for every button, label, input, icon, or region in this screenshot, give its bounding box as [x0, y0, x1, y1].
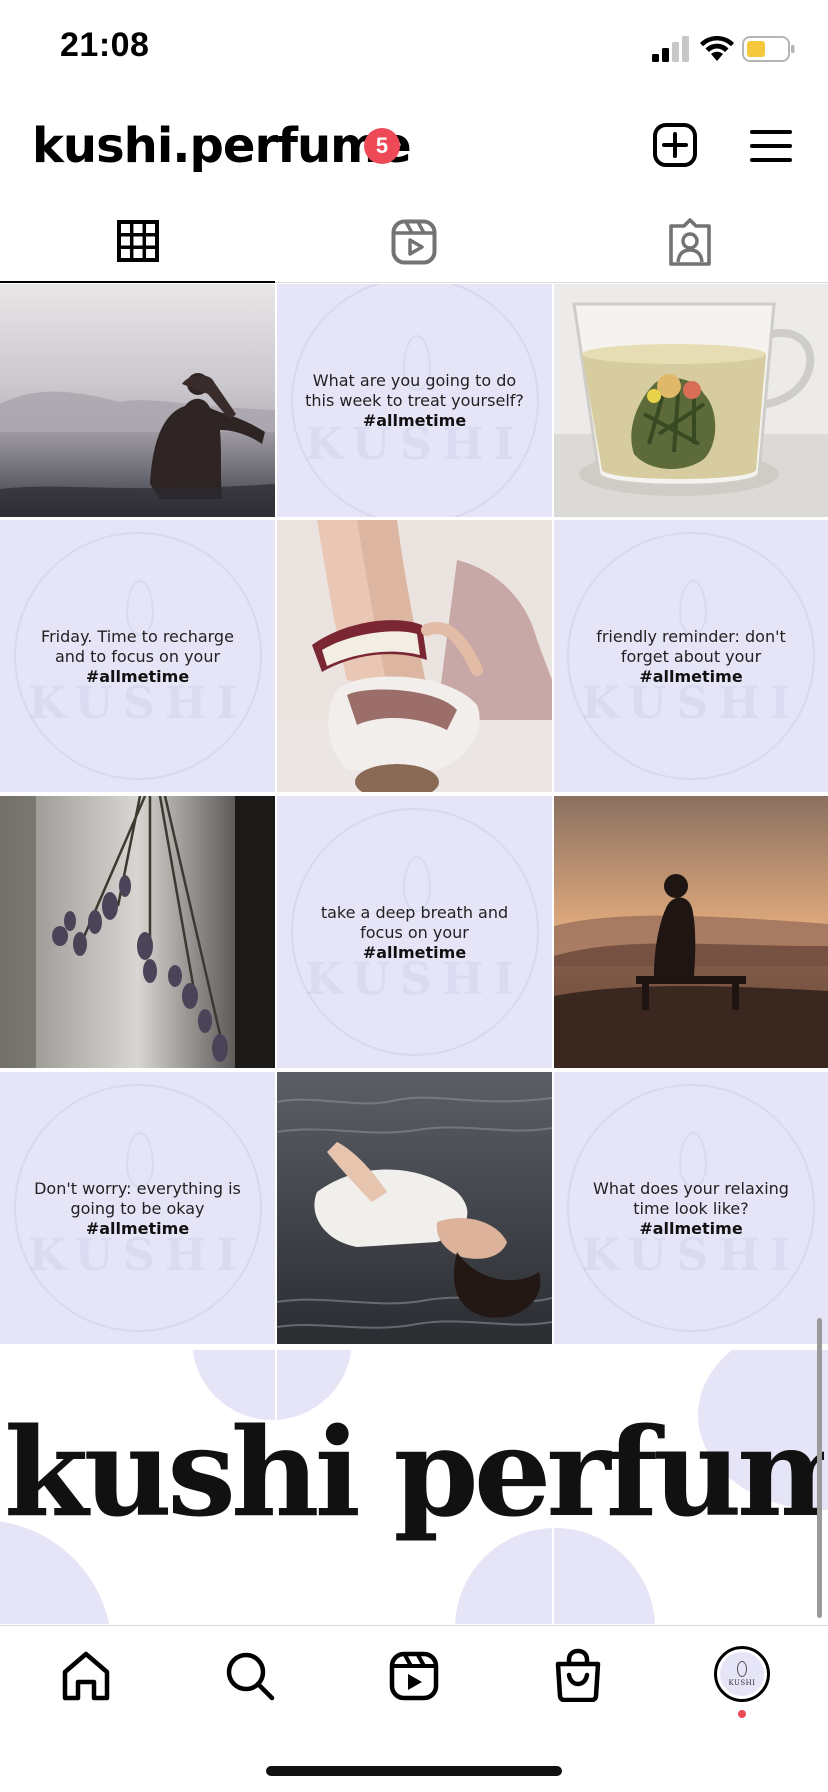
reels-icon	[391, 219, 437, 265]
post-quote[interactable]: KUSHI What are you going to do this week…	[277, 284, 552, 517]
tab-posts-grid[interactable]	[0, 204, 275, 282]
active-tab-indicator	[0, 281, 275, 283]
brand-banner-text: kushi perfume	[4, 1400, 824, 1544]
quote-text: friendly reminder: don't forget about yo…	[596, 626, 786, 666]
grid-icon	[117, 220, 159, 262]
quote-hashtag: #allmetime	[362, 411, 467, 430]
tab-reels[interactable]	[276, 204, 552, 282]
profile-username[interactable]: kushi.perfume	[32, 118, 412, 174]
nav-search[interactable]	[224, 1650, 276, 1702]
avatar-logo-text: KUSHI	[728, 1679, 756, 1687]
quote-hashtag: #allmetime	[362, 942, 467, 962]
search-icon	[226, 1652, 275, 1701]
post-photo[interactable]	[0, 796, 275, 1068]
tabs-divider	[275, 282, 828, 283]
post-photo[interactable]	[277, 1072, 552, 1344]
post-photo[interactable]	[554, 796, 828, 1068]
post-quote[interactable]: KUSHI take a deep breath and focus on yo…	[277, 796, 552, 1068]
post-quote[interactable]: KUSHI friendly reminder: don't forget ab…	[554, 520, 828, 792]
posts-grid: KUSHI What are you going to do this week…	[0, 284, 828, 1346]
nav-profile[interactable]: KUSHI	[714, 1646, 770, 1702]
menu-icon[interactable]	[750, 128, 792, 164]
quote-text: What are you going to do this week to tr…	[305, 371, 524, 410]
quote-hashtag: #allmetime	[639, 1218, 743, 1238]
home-icon	[62, 1651, 110, 1701]
lavender-photo	[0, 796, 275, 1068]
wifi-icon	[700, 35, 734, 62]
reading-woman-photo	[277, 520, 552, 792]
post-quote[interactable]: KUSHI Don't worry: everything is going t…	[0, 1072, 275, 1344]
quote-hashtag: #allmetime	[85, 1218, 190, 1238]
nav-shop[interactable]	[552, 1648, 604, 1703]
status-time: 21:08	[60, 26, 150, 64]
post-quote[interactable]: KUSHI What does your relaxing time look …	[554, 1072, 828, 1344]
reels-icon	[389, 1651, 439, 1701]
post-photo[interactable]	[0, 284, 275, 517]
tagged-icon	[669, 218, 711, 266]
nav-reels[interactable]	[388, 1650, 440, 1702]
cellular-signal-icon	[652, 36, 690, 62]
bottom-nav: KUSHI	[0, 1626, 828, 1746]
lake-woman-photo	[0, 284, 275, 517]
quote-hashtag: #allmetime	[639, 666, 743, 686]
nav-home[interactable]	[60, 1650, 112, 1702]
post-photo[interactable]	[554, 284, 828, 517]
shopping-bag-icon	[555, 1648, 601, 1703]
scrollbar[interactable]	[817, 1318, 822, 1618]
post-quote[interactable]: KUSHI Friday. Time to recharge and to fo…	[0, 520, 275, 792]
quote-text: take a deep breath and focus on your	[320, 902, 509, 942]
tab-tagged[interactable]	[553, 204, 828, 282]
quote-text: Friday. Time to recharge and to focus on…	[41, 626, 234, 666]
create-post-icon[interactable]	[652, 122, 698, 168]
profile-activity-dot	[738, 1710, 746, 1718]
brand-banner-row[interactable]: kushi perfume	[0, 1350, 828, 1624]
tea-cup-photo	[554, 284, 828, 517]
avatar: KUSHI	[714, 1646, 770, 1702]
post-photo[interactable]	[277, 520, 552, 792]
home-indicator[interactable]	[266, 1766, 562, 1776]
avatar-flame-mark	[737, 1661, 747, 1677]
water-woman-photo	[277, 1072, 552, 1344]
quote-text: What does your relaxing time look like?	[593, 1178, 789, 1218]
battery-icon	[742, 36, 796, 62]
quote-hashtag: #allmetime	[85, 666, 190, 686]
sunset-bench-photo	[554, 796, 828, 1068]
quote-text: Don't worry: everything is going to be o…	[34, 1178, 241, 1218]
notification-badge[interactable]: 5	[364, 128, 400, 164]
